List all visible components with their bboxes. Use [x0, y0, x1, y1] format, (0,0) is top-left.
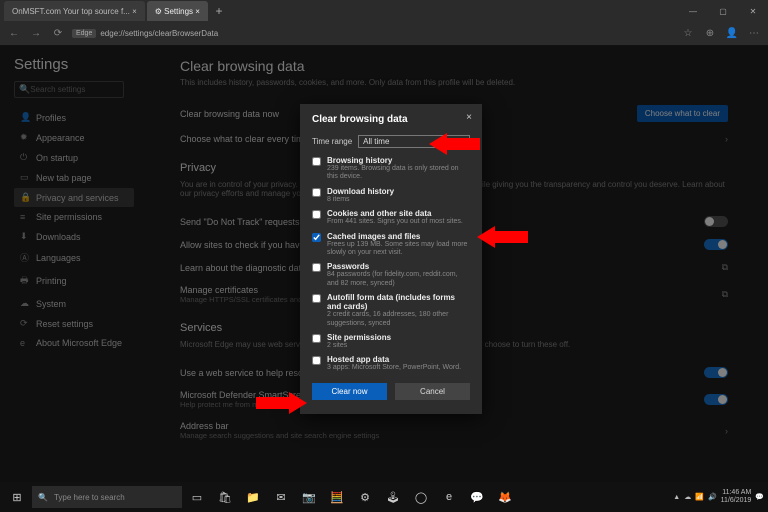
checkbox-title: Site permissions	[327, 333, 391, 342]
checkbox-title: Hosted app data	[327, 355, 461, 364]
clear-browsing-data-dialog: × Clear browsing data Time range All tim…	[300, 104, 482, 414]
menu-icon[interactable]: ⋯	[746, 26, 762, 42]
checkbox-desc: Frees up 139 MB. Some sites may load mor…	[327, 241, 470, 258]
checkbox[interactable]	[312, 334, 321, 343]
close-icon[interactable]: ×	[195, 7, 200, 16]
gear-icon: ⚙	[155, 7, 162, 16]
taskbar-app-icon[interactable]: 🧮	[324, 484, 350, 510]
checkbox-title: Autofill form data (includes forms and c…	[327, 293, 470, 311]
checkbox[interactable]	[312, 356, 321, 365]
new-tab-button[interactable]: +	[210, 2, 228, 20]
checkbox[interactable]	[312, 210, 321, 219]
taskbar-app-icon[interactable]: 🦊	[492, 484, 518, 510]
favorites-bar-icon[interactable]: ⊕	[702, 26, 718, 42]
close-dialog-button[interactable]: ×	[466, 112, 472, 123]
tray-wifi-icon[interactable]: 📶	[695, 493, 704, 501]
checkbox[interactable]	[312, 263, 321, 272]
checkbox-title: Cached images and files	[327, 232, 470, 241]
timerange-value: All time	[363, 137, 389, 146]
timerange-label: Time range	[312, 137, 352, 146]
tab-settings[interactable]: ⚙ Settings ×	[147, 1, 208, 21]
taskbar-clock[interactable]: 11:46 AM 11/6/2019	[721, 489, 752, 504]
checkbox-row[interactable]: Site permissions2 sites	[312, 333, 470, 350]
checkbox-row[interactable]: Autofill form data (includes forms and c…	[312, 293, 470, 328]
checkbox-desc: From 441 sites. Signs you out of most si…	[327, 218, 463, 226]
favorite-icon[interactable]: ☆	[680, 26, 696, 42]
checkbox[interactable]	[312, 233, 321, 242]
checkbox-title: Browsing history	[327, 156, 470, 165]
taskbar-app-icon[interactable]: ⚙	[352, 484, 378, 510]
checkbox-title: Cookies and other site data	[327, 209, 463, 218]
taskbar-app-icon[interactable]: 💬	[464, 484, 490, 510]
cancel-button[interactable]: Cancel	[395, 383, 470, 400]
close-icon[interactable]: ×	[132, 7, 137, 16]
checkbox-row[interactable]: Cached images and filesFrees up 139 MB. …	[312, 232, 470, 258]
taskbar-app-icon[interactable]: ✉	[268, 484, 294, 510]
checkbox-desc: 3 apps: Microsoft Store, PowerPoint, Wor…	[327, 364, 461, 372]
url-text: edge://settings/clearBrowserData	[100, 29, 218, 38]
forward-button[interactable]: →	[28, 26, 44, 42]
checkbox-desc: 2 credit cards, 16 addresses, 180 other …	[327, 311, 470, 328]
checkbox-row[interactable]: Browsing history239 items. Browsing data…	[312, 156, 470, 182]
checkbox-title: Passwords	[327, 262, 470, 271]
taskbar-app-icon[interactable]: ◯	[408, 484, 434, 510]
close-window-button[interactable]: ✕	[738, 0, 768, 22]
start-button[interactable]: ⊞	[4, 484, 30, 510]
checkbox-title: Download history	[327, 187, 394, 196]
checkbox-desc: 239 items. Browsing data is only stored …	[327, 165, 470, 182]
toolbar: ← → ⟳ Edge edge://settings/clearBrowserD…	[0, 22, 768, 46]
checkbox-desc: 8 items	[327, 196, 394, 204]
scheme-badge: Edge	[72, 29, 96, 38]
tray-icon[interactable]: ☁	[684, 493, 691, 501]
tab-label: Settings	[164, 7, 193, 16]
tray-volume-icon[interactable]: 🔊	[708, 493, 717, 501]
clear-now-button[interactable]: Clear now	[312, 383, 387, 400]
refresh-button[interactable]: ⟳	[50, 26, 66, 42]
dialog-title: Clear browsing data	[312, 114, 470, 125]
checkbox-desc: 84 passwords (for fidelity.com, reddit.c…	[327, 271, 470, 288]
checkbox[interactable]	[312, 157, 321, 166]
checkbox[interactable]	[312, 188, 321, 197]
tab-label: OnMSFT.com Your top source f...	[12, 7, 130, 16]
tab-strip: OnMSFT.com Your top source f... × ⚙ Sett…	[0, 0, 768, 22]
task-view-button[interactable]: ▭	[184, 484, 210, 510]
tray-icon[interactable]: ▲	[673, 494, 680, 501]
back-button[interactable]: ←	[6, 26, 22, 42]
taskbar: ⊞ 🔍Type here to search ▭ 🛍 📁 ✉ 📷 🧮 ⚙ 🕹 ◯…	[0, 482, 768, 512]
checkbox-row[interactable]: Cookies and other site dataFrom 441 site…	[312, 209, 470, 226]
taskbar-app-icon[interactable]: e	[436, 484, 462, 510]
taskbar-app-icon[interactable]: 🕹	[380, 484, 406, 510]
taskbar-app-icon[interactable]: 🛍	[212, 484, 238, 510]
checkbox-row[interactable]: Hosted app data3 apps: Microsoft Store, …	[312, 355, 470, 372]
tab-onmsft[interactable]: OnMSFT.com Your top source f... ×	[4, 1, 145, 21]
taskbar-app-icon[interactable]: 📷	[296, 484, 322, 510]
address-bar[interactable]: Edge edge://settings/clearBrowserData	[72, 29, 272, 38]
search-icon: 🔍	[38, 493, 48, 502]
taskbar-search[interactable]: 🔍Type here to search	[32, 486, 182, 508]
minimize-button[interactable]: —	[678, 0, 708, 22]
checkbox-row[interactable]: Download history8 items	[312, 187, 470, 204]
notifications-icon[interactable]: 💬	[755, 493, 764, 501]
maximize-button[interactable]: ▢	[708, 0, 738, 22]
checkbox[interactable]	[312, 294, 321, 303]
checkbox-desc: 2 sites	[327, 342, 391, 350]
taskbar-app-icon[interactable]: 📁	[240, 484, 266, 510]
checkbox-row[interactable]: Passwords84 passwords (for fidelity.com,…	[312, 262, 470, 288]
profile-icon[interactable]: 👤	[724, 26, 740, 42]
